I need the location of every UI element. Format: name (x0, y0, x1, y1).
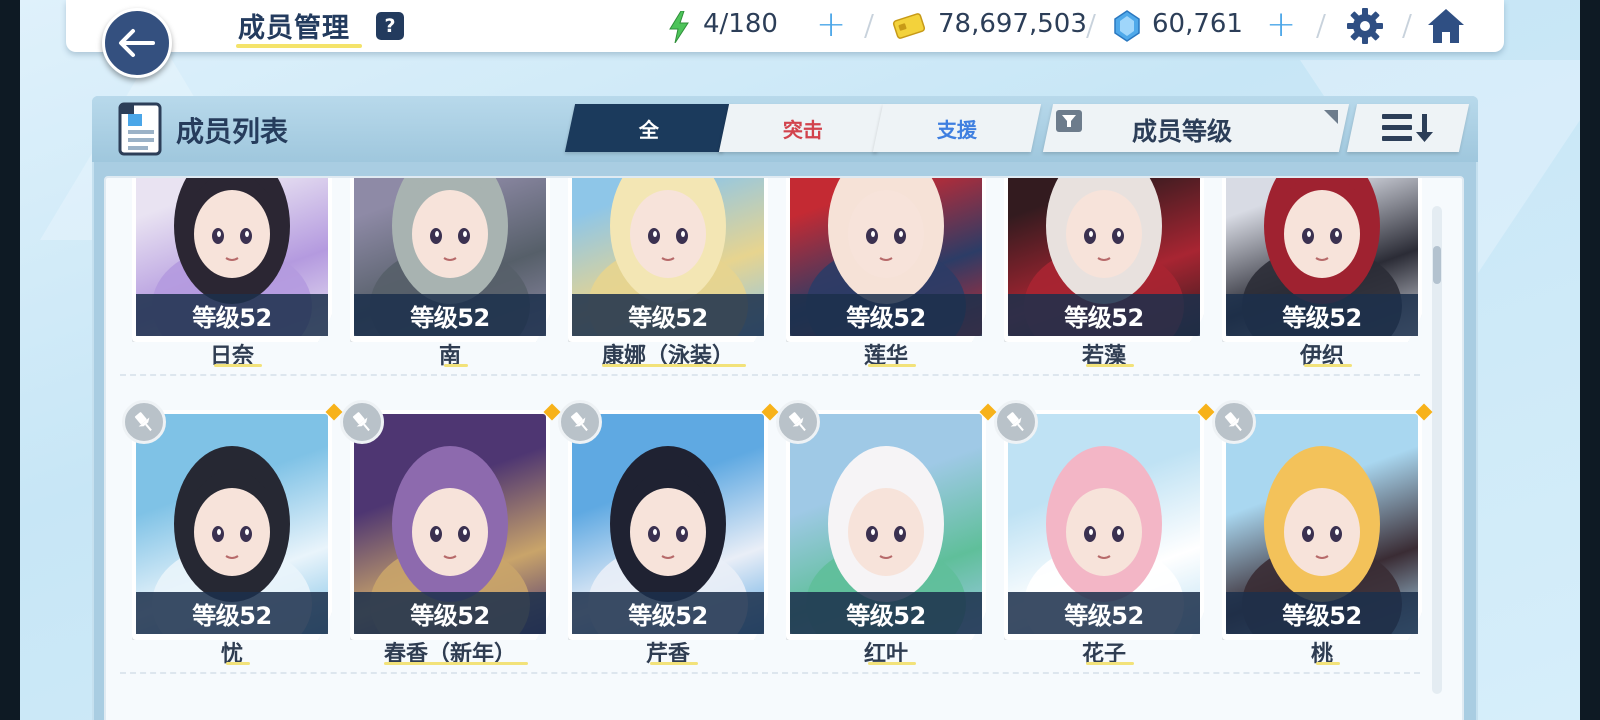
title-underline (236, 44, 362, 48)
level-badge: 等级52 (1008, 294, 1200, 336)
tab-striker[interactable]: 突击 (718, 104, 888, 152)
pin-button[interactable] (122, 400, 166, 444)
name-underline (1086, 364, 1134, 367)
name-underline (384, 662, 528, 665)
game-screen: 成员管理 ? 4/180 + 78,697,503 60,761 + 成员列表 … (20, 0, 1580, 720)
member-card[interactable]: 等级52 (786, 178, 986, 342)
member-card[interactable]: 等级52 (558, 400, 779, 640)
member-list-title: 成员列表 (176, 115, 289, 148)
level-text: 等级52 (628, 601, 708, 630)
page-title: 成员管理 (238, 13, 350, 44)
tab-label: 全 (639, 117, 659, 142)
pin-button[interactable] (340, 400, 384, 444)
level-text: 等级52 (628, 303, 708, 332)
pin-button[interactable] (994, 400, 1038, 444)
top-bar: 成员管理 ? 4/180 + 78,697,503 60,761 + (66, 0, 1504, 52)
back-button[interactable] (102, 8, 172, 78)
member-card[interactable]: 等级52 (350, 178, 550, 342)
level-badge: 等级52 (136, 592, 328, 634)
level-badge: 等级52 (1226, 592, 1418, 634)
level-text: 等级52 (1064, 303, 1144, 332)
gem-icon (1114, 10, 1140, 42)
level-badge: 等级52 (354, 592, 546, 634)
stamina-value: 4/180 (703, 9, 778, 39)
member-card[interactable]: 等级52 (568, 178, 768, 342)
level-text: 等级52 (192, 601, 272, 630)
level-badge: 等级52 (1008, 592, 1200, 634)
pin-button[interactable] (558, 400, 602, 444)
level-badge: 等级52 (790, 592, 982, 634)
level-badge: 等级52 (1226, 294, 1418, 336)
add-stamina-button[interactable]: + (816, 7, 846, 43)
filter-icon (1056, 110, 1082, 132)
name-underline (1086, 662, 1134, 665)
gems-value: 60,761 (1152, 9, 1243, 39)
tab-special[interactable]: 支援 (872, 104, 1042, 152)
level-text: 等级52 (846, 601, 926, 630)
level-text: 等级52 (846, 303, 926, 332)
member-card[interactable]: 等级52 (132, 178, 332, 342)
name-underline (444, 364, 468, 367)
pin-button[interactable] (1212, 400, 1256, 444)
credits-value: 78,697,503 (938, 9, 1087, 39)
member-card[interactable]: 等级52 (994, 400, 1215, 640)
pin-icon (134, 412, 152, 432)
member-card-icon (118, 102, 162, 156)
pin-button[interactable] (776, 400, 820, 444)
divider (1086, 14, 1096, 38)
name-underline (214, 364, 262, 367)
level-badge: 等级52 (354, 294, 546, 336)
level-badge: 等级52 (572, 592, 764, 634)
pin-icon (352, 412, 370, 432)
help-button[interactable]: ? (376, 12, 404, 40)
name-underline (1304, 364, 1352, 367)
scrollbar-thumb[interactable] (1433, 246, 1441, 284)
level-text: 等级52 (192, 303, 272, 332)
level-text: 等级52 (1282, 601, 1362, 630)
dropdown-corner-icon (1324, 110, 1338, 124)
level-text: 等级52 (1064, 601, 1144, 630)
level-badge: 等级52 (572, 294, 764, 336)
name-underline (1316, 662, 1340, 665)
row-divider (120, 374, 1420, 376)
pin-icon (570, 412, 588, 432)
member-grid: 等级52 日奈 等级52 南等级52 康娜（泳装） 等级52 莲华 等级52 若藻 等级52 伊织等… (104, 176, 1464, 720)
level-text: 等级52 (410, 303, 490, 332)
sort-descending-icon (1382, 114, 1433, 142)
sort-label: 成员等级 (1132, 117, 1233, 146)
credit-card-icon (892, 13, 926, 39)
name-underline (602, 364, 746, 367)
member-card[interactable]: 等级52 (1004, 178, 1204, 342)
member-card[interactable]: 等级52 (1222, 178, 1422, 342)
level-text: 等级52 (1282, 303, 1362, 332)
member-card[interactable]: 等级52 (122, 400, 343, 640)
role-filter-tabs: 全 突击 支援 (564, 104, 1042, 152)
name-underline (650, 662, 698, 665)
divider (1402, 14, 1412, 38)
level-badge: 等级52 (136, 294, 328, 336)
add-gems-button[interactable]: + (1266, 7, 1296, 43)
tab-all[interactable]: 全 (564, 104, 734, 152)
member-list-panel: 成员列表 全 突击 支援 成员等级 等级52 日奈 等级52 南 等级52 康娜… (92, 96, 1478, 720)
pin-icon (788, 412, 806, 432)
divider (864, 14, 874, 38)
member-card[interactable]: 等级52 (776, 400, 997, 640)
member-card[interactable]: 等级52 (1212, 400, 1433, 640)
member-card[interactable]: 等级52 (340, 400, 561, 640)
back-arrow-icon (119, 29, 155, 57)
level-badge: 等级52 (790, 294, 982, 336)
name-underline (868, 364, 916, 367)
divider (1316, 14, 1326, 38)
pin-icon (1006, 412, 1024, 432)
level-text: 等级52 (410, 601, 490, 630)
pin-icon (1224, 412, 1242, 432)
gear-icon[interactable] (1346, 7, 1384, 45)
tab-label: 支援 (937, 117, 977, 142)
home-icon[interactable] (1426, 7, 1466, 45)
stamina-bolt-icon (669, 11, 689, 43)
row-divider (120, 672, 1420, 674)
name-underline (226, 662, 250, 665)
name-underline (868, 662, 916, 665)
tab-label: 突击 (783, 117, 823, 142)
